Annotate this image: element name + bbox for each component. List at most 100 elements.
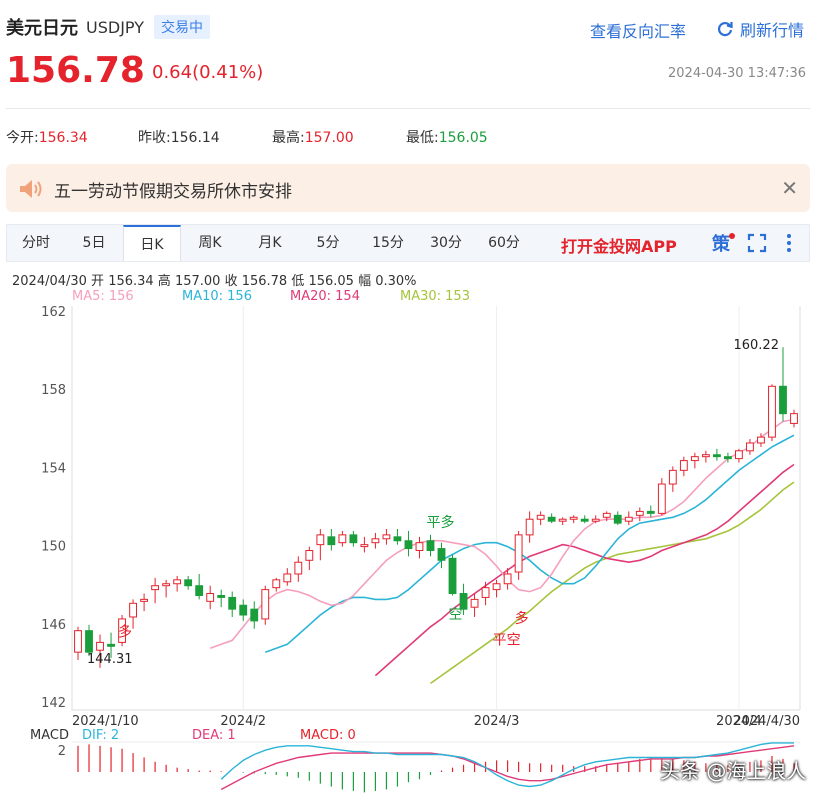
candle-body	[74, 630, 82, 653]
reverse-rate-link[interactable]: 查看反向汇率	[590, 18, 686, 42]
candle-body	[338, 534, 347, 544]
x-tick-label: 2024/3	[474, 714, 520, 729]
tab-1[interactable]: 5日	[65, 225, 123, 261]
candle-body	[129, 602, 137, 618]
high-stat: 最高:157.00	[272, 127, 354, 147]
candle-body	[746, 442, 754, 452]
candle-body	[591, 518, 600, 522]
title-row: 美元日元 USDJPY 交易中	[6, 14, 210, 40]
candle-body	[151, 585, 160, 591]
candle-body	[173, 579, 182, 585]
candle-body	[272, 579, 281, 589]
candle-body	[283, 573, 292, 583]
pair-name: 美元日元	[6, 18, 78, 39]
candle-body	[712, 454, 721, 458]
ma20-line	[374, 463, 795, 677]
signal-label: 平空	[493, 632, 521, 648]
quote-header: 美元日元 USDJPY 交易中 查看反向汇率 刷新行情 156.78 0.64(…	[0, 0, 830, 110]
signal-label: 空	[449, 607, 463, 623]
tab-3[interactable]: 周K	[181, 225, 239, 261]
candle-body	[735, 450, 743, 460]
candle-body	[635, 510, 644, 516]
candle-body	[547, 516, 556, 522]
dea-label: DEA: 1	[192, 728, 236, 743]
tab-4[interactable]: 月K	[241, 225, 299, 261]
candle-body	[393, 536, 402, 542]
prev-close-stat: 昨收:156.14	[138, 127, 220, 147]
candle-body	[768, 385, 776, 438]
candle-body	[382, 534, 391, 540]
candle-body	[96, 641, 104, 651]
candle-body	[250, 608, 259, 622]
tab-5[interactable]: 5分	[299, 225, 357, 261]
candle-body	[140, 598, 149, 602]
candle-body	[305, 550, 314, 561]
candle-body	[85, 630, 93, 653]
high-value: 157.00	[304, 130, 354, 146]
signal-label: 平多	[426, 514, 454, 531]
y-tick-label: 150	[41, 540, 66, 555]
refresh-icon	[717, 22, 733, 37]
candle-body	[536, 514, 545, 520]
low-value: 156.05	[438, 130, 488, 146]
candle-body	[206, 593, 215, 602]
candle-body	[503, 573, 512, 585]
candle-body	[448, 557, 457, 595]
candle-body	[492, 583, 501, 591]
y-tick-label: 142	[41, 696, 66, 711]
tab-0[interactable]: 分时	[7, 225, 65, 261]
svg-text:策: 策	[712, 233, 731, 254]
x-tick-label: 2024/1/10	[72, 714, 139, 729]
candle-body	[602, 512, 611, 518]
dif-label: DIF: 2	[82, 728, 119, 743]
holiday-notice[interactable]: 五一劳动节假期交易所休市安排 ✕	[6, 164, 810, 212]
candle-body	[327, 536, 336, 546]
notice-text: 五一劳动节假期交易所休市安排	[54, 182, 292, 202]
candle-body	[360, 544, 369, 548]
prev-close-label: 昨收:	[138, 130, 171, 146]
current-price: 156.78	[6, 50, 145, 91]
ma10-line	[265, 434, 795, 653]
candle-body	[657, 483, 666, 514]
candle-body	[790, 413, 798, 424]
close-icon[interactable]: ✕	[781, 176, 798, 200]
tab-2[interactable]: 日K	[123, 225, 181, 261]
macd-title: MACD	[30, 728, 69, 743]
watermark-text: 头条 @海上浪人	[660, 759, 807, 783]
refresh-label: 刷新行情	[740, 21, 805, 40]
macd-value-label: MACD: 0	[300, 728, 356, 743]
tab-6[interactable]: 15分	[359, 225, 417, 261]
candle-body	[613, 514, 622, 524]
price-change: 0.64(0.41%)	[152, 62, 264, 83]
fullscreen-icon[interactable]	[747, 233, 767, 257]
candle-body	[316, 534, 325, 546]
tab-7[interactable]: 30分	[417, 225, 475, 261]
candle-body	[294, 561, 303, 575]
candle-body	[426, 540, 435, 552]
app-logo-icon[interactable]: 策	[711, 232, 735, 259]
tab-8[interactable]: 60分	[475, 225, 533, 261]
open-app-link[interactable]: 打开金投网APP	[561, 233, 677, 257]
y-tick-label: 154	[41, 461, 66, 476]
x-tick-label: 2024/4/30	[733, 714, 800, 729]
candle-body	[107, 643, 115, 647]
period-tabs: 分时 5日 日K 周K 月K 5分 15分 30分 60分 打开金投网APP 策	[6, 224, 810, 262]
candle-body	[470, 598, 479, 608]
ma30-line	[430, 481, 795, 685]
low-annotation: 144.31	[87, 652, 133, 667]
candle-body	[228, 596, 237, 610]
signal-label: 多	[118, 624, 132, 641]
candle-body	[580, 518, 589, 522]
pair-code: USDJPY	[86, 17, 144, 37]
more-menu-icon[interactable]	[783, 233, 795, 257]
candle-body	[690, 456, 699, 462]
candle-body	[779, 385, 787, 415]
candle-body	[514, 534, 523, 573]
candle-body	[404, 540, 413, 550]
candle-body	[558, 518, 567, 522]
refresh-button[interactable]: 刷新行情	[716, 17, 804, 41]
kline-chart[interactable]: 162 158 154 150 146 142 2024/1/10 2024/2 2024/3 2…	[0, 300, 830, 796]
speaker-icon	[20, 180, 42, 198]
candle-body	[569, 516, 578, 520]
candle-body	[371, 538, 380, 544]
